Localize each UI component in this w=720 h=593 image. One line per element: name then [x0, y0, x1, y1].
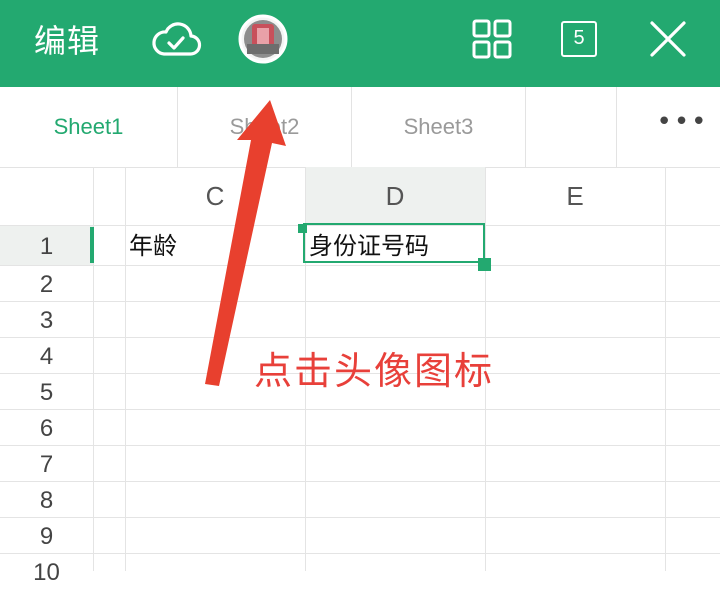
annotation-arrow	[205, 100, 286, 386]
annotation-text: 点击头像图标	[254, 349, 495, 393]
